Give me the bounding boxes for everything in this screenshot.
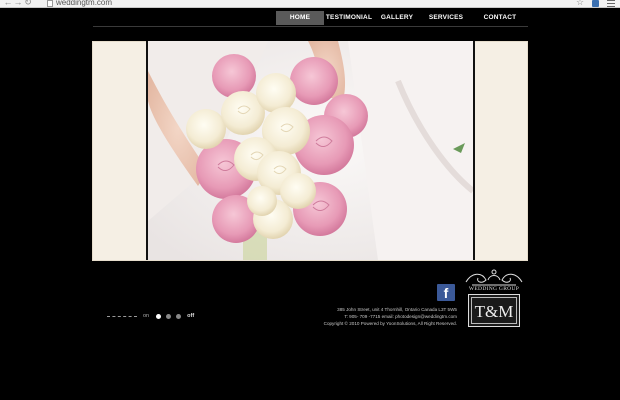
address-bar[interactable]: weddingtm.com — [56, 0, 112, 8]
slide-dot-3[interactable] — [176, 313, 182, 319]
slide-dot-1[interactable] — [156, 313, 162, 319]
nav-services[interactable]: SERVICES — [420, 11, 472, 25]
monogram-text: T&M — [471, 297, 517, 324]
facebook-icon[interactable]: f — [437, 284, 455, 301]
footer-phone-email: T: 905- 709 -7715 email: photodesign@wed… — [344, 314, 457, 319]
footer-contact-info: 385 John Street, unit 4 Thornhill, Ontar… — [324, 306, 457, 327]
reload-icon[interactable]: ↻ — [23, 0, 33, 8]
wedding-group-text: WEDDING GROUP — [468, 286, 520, 292]
nav-contact[interactable]: CONTACT — [472, 11, 528, 25]
extension-icon[interactable] — [592, 0, 599, 7]
slideshow-progress — [107, 315, 137, 317]
browser-nav-buttons: ←→ ↻ — [3, 0, 33, 8]
browser-menu-icon[interactable] — [607, 0, 615, 7]
main-nav: HOME TESTIMONIAL GALLERY SERVICES CONTAC… — [276, 11, 528, 25]
tm-wedding-group-logo[interactable]: WEDDING GROUP T&M — [462, 266, 526, 328]
bouquet-image — [148, 41, 473, 260]
nav-home[interactable]: HOME — [276, 11, 324, 25]
back-arrow-icon[interactable]: ← — [3, 0, 13, 7]
footer-address: 385 John Street, unit 4 Thornhill, Ontar… — [337, 307, 457, 312]
nav-testimonial[interactable]: TESTIMONIAL — [324, 11, 374, 25]
slideshow-off-button[interactable]: off — [187, 313, 194, 319]
slide-dot-2[interactable] — [166, 313, 172, 319]
nav-gallery[interactable]: GALLERY — [374, 11, 420, 25]
ornament-icon — [465, 269, 523, 286]
tm-monogram: T&M — [468, 294, 520, 327]
page-icon — [47, 0, 53, 7]
footer-copyright: Copyright © 2010 Powered by YoonSolution… — [323, 321, 457, 326]
bookmark-star-icon[interactable]: ☆ — [576, 0, 584, 8]
browser-toolbar: ←→ ↻ weddingtm.com ☆ — [0, 0, 620, 8]
nav-divider — [93, 26, 528, 27]
forward-arrow-icon[interactable]: → — [13, 0, 23, 7]
slideshow-controls: on off — [107, 312, 194, 320]
slideshow-on-button[interactable]: on — [143, 313, 149, 319]
hero-bouquet-photo — [146, 41, 475, 260]
